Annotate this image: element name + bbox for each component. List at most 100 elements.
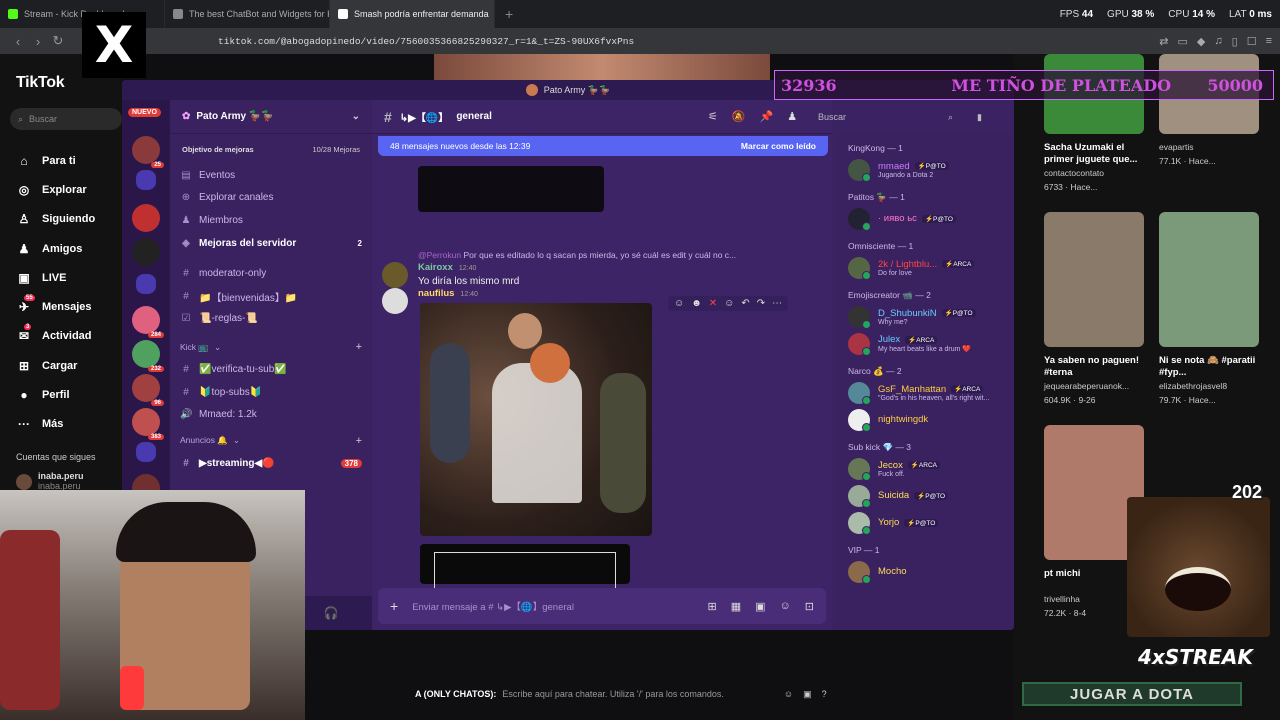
boost-goal[interactable]: Objetivo de mejoras 10/28 Mejoras xyxy=(178,140,364,158)
server-icon[interactable]: 284 xyxy=(132,306,164,338)
member-item[interactable]: Suicida ⚡P@TO xyxy=(834,482,1014,509)
emoji-icon[interactable]: ☺ xyxy=(780,600,791,613)
message-author[interactable]: naufilus 12:40 xyxy=(418,288,478,299)
video-thumbnail[interactable] xyxy=(1159,212,1259,347)
video-thumbnail[interactable] xyxy=(1044,212,1144,347)
members-icon[interactable]: ♟ xyxy=(787,110,797,123)
chat-search-input[interactable]: Buscar ⌕ ▮ xyxy=(812,108,982,126)
category-kick[interactable]: Kick 📺 ⌄ + xyxy=(170,336,372,358)
tiktok-nav-siguiendo[interactable]: ♙ Siguiendo xyxy=(16,205,96,234)
member-item[interactable]: · иявο ьc ⚡P@TO xyxy=(834,205,1014,232)
server-icon[interactable] xyxy=(132,204,160,232)
avatar[interactable] xyxy=(382,288,408,314)
tiktok-nav-cargar[interactable]: ⊞ Cargar xyxy=(16,351,95,380)
member-item[interactable]: Julex ⚡ARCA My heart beats like a drum ❤️ xyxy=(834,330,1014,357)
gift-icon[interactable]: ⊞ xyxy=(708,600,717,613)
image-attachment[interactable] xyxy=(418,166,604,212)
channel-miembros[interactable]: ♟ Miembros xyxy=(170,209,372,232)
mark-read-button[interactable]: Marcar como leído xyxy=(741,141,816,151)
bookmark-icon[interactable]: ☐ xyxy=(1247,35,1257,48)
tiktok-nav-para-ti[interactable]: ⌂ Para ti xyxy=(16,146,95,175)
server-icon[interactable]: 232 xyxy=(132,340,164,372)
video-title[interactable]: Ya saben no paguen! #terna xyxy=(1044,355,1156,380)
tab-chatbot[interactable]: The best ChatBot and Widgets for Ki xyxy=(165,0,330,28)
following-account[interactable]: inaba.peru inaba.peru xyxy=(16,471,84,492)
tab-tiktok[interactable]: Smash podría enfrentar demanda × xyxy=(330,0,495,28)
plus-icon[interactable]: + xyxy=(390,598,398,614)
mute-icon[interactable]: 🔕 xyxy=(732,110,746,123)
tiktok-nav-explorar[interactable]: ◎ Explorar xyxy=(16,175,95,204)
url-field[interactable]: tiktok.com/@abogadopinedo/video/75600353… xyxy=(218,36,634,47)
member-item[interactable]: D_ShubunkiN ⚡P@TO Why me? xyxy=(834,303,1014,330)
emoji-icon[interactable]: ☺ xyxy=(784,689,793,700)
channel-eventos[interactable]: ▤ Eventos xyxy=(170,164,372,187)
cast-icon[interactable]: ▭ xyxy=(1178,35,1188,48)
video-title[interactable]: Ni se nota 🙈 #paratii #fyp... xyxy=(1159,355,1271,380)
video-author[interactable]: trivellinha xyxy=(1044,594,1080,604)
photo-attachment[interactable] xyxy=(420,303,652,536)
member-item[interactable]: nightwingdk xyxy=(834,406,1014,433)
menu-icon[interactable]: ≡ xyxy=(1266,35,1272,48)
server-header[interactable]: ✿ Pato Army 🦆🦆 ⌄ xyxy=(170,100,372,134)
reaction-icon[interactable]: ☻ xyxy=(691,298,702,309)
music-icon[interactable]: ♫ xyxy=(1214,35,1222,48)
gif-icon[interactable]: ▦ xyxy=(731,600,741,613)
video-author[interactable]: evapartis xyxy=(1159,142,1194,152)
brave-shield-icon[interactable]: ◆ xyxy=(1197,35,1205,48)
channel-item[interactable]: # 📁【bienvenidas】📁 xyxy=(170,285,372,308)
translate-icon[interactable]: ⇄ xyxy=(1159,35,1168,48)
tiktok-nav-mensajes[interactable]: ✈ 55 Mensajes xyxy=(16,292,95,321)
headset-icon[interactable]: 🎧 xyxy=(324,606,339,620)
forward-icon[interactable]: › xyxy=(28,34,48,49)
add-channel-icon[interactable]: + xyxy=(356,435,362,447)
tiktok-logo[interactable]: TikTok xyxy=(16,74,65,92)
image-attachment[interactable] xyxy=(420,544,630,592)
reply-icon[interactable]: ↶ xyxy=(741,298,749,309)
tiktok-nav-amigos[interactable]: ♟ Amigos xyxy=(16,234,95,263)
reply-preview[interactable]: @Perrokun Por que es editado lo q sacan … xyxy=(418,250,736,260)
channel-item[interactable]: # ✅verifica-tu-sub✅ xyxy=(170,358,372,381)
server-icon[interactable]: 25 xyxy=(132,136,164,168)
tiktok-nav-perfil[interactable]: ● Perfil xyxy=(16,380,95,409)
more-icon[interactable]: ⋯ xyxy=(772,298,782,309)
folder-icon[interactable] xyxy=(136,442,156,462)
apps-icon[interactable]: ⊡ xyxy=(805,600,814,613)
tiktok-nav-más[interactable]: ··· Más xyxy=(16,410,95,439)
tiktok-nav-actividad[interactable]: ✉ 3 Actividad xyxy=(16,322,95,351)
sticker-icon[interactable]: ▣ xyxy=(755,600,765,613)
video-title[interactable]: Sacha Uzumaki el primer juguete que... xyxy=(1044,142,1156,167)
help-icon[interactable]: ? xyxy=(822,689,827,700)
folder-icon[interactable] xyxy=(136,274,156,294)
back-icon[interactable]: ‹ xyxy=(8,34,28,49)
member-item[interactable]: Mocho xyxy=(834,558,1014,585)
tiktok-search-input[interactable]: ⌕ Buscar xyxy=(10,108,122,130)
member-item[interactable]: GsF_Manhattan ⚡ARCA "God's in his heaven, … xyxy=(834,379,1014,406)
reaction-icon[interactable]: ☺ xyxy=(674,298,684,309)
video-author[interactable]: elizabethrojasvel8 xyxy=(1159,381,1227,391)
threads-icon[interactable]: ⚟ xyxy=(708,110,718,123)
video-author[interactable]: jequearabeperuanok... xyxy=(1044,381,1129,391)
folder-icon[interactable] xyxy=(136,170,156,190)
forward-icon[interactable]: ↷ xyxy=(757,298,765,309)
channel-streaming[interactable]: # ▶streaming◀🔴 378 xyxy=(170,452,372,475)
member-item[interactable]: Jecox ⚡ARCA Fuck off. xyxy=(834,455,1014,482)
channel-item[interactable]: ☑ 📜-reglas-📜 xyxy=(170,308,372,331)
member-item[interactable]: 2k / Lightblu... ⚡ARCA Do for love xyxy=(834,254,1014,281)
member-item[interactable]: Yorjo ⚡P@TO xyxy=(834,509,1014,536)
stream-chat-input[interactable]: A (ONLY CHATOS): Escribe aquí para chate… xyxy=(305,680,865,708)
new-messages-banner[interactable]: 48 mensajes nuevos desde las 12:39 Marca… xyxy=(378,136,828,156)
add-channel-icon[interactable]: + xyxy=(356,341,362,353)
video-author[interactable]: contactocontato xyxy=(1044,168,1104,178)
new-tab-button[interactable]: + xyxy=(495,6,523,22)
avatar[interactable] xyxy=(382,262,408,288)
server-icon[interactable] xyxy=(132,238,160,266)
pin-icon[interactable]: 📌 xyxy=(760,110,774,123)
message-author[interactable]: Kairoxx 12:40 xyxy=(418,262,476,273)
server-icon[interactable]: 383 xyxy=(132,408,164,440)
channel-mejoras-del-servidor[interactable]: ◈ Mejoras del servidor 2 xyxy=(170,232,372,255)
channel-explorar-canales[interactable]: ⊕ Explorar canales xyxy=(170,187,372,210)
channel-item[interactable]: # moderator-only xyxy=(170,262,372,285)
channel-item[interactable]: 🔊 Mmaed: 1.2k xyxy=(170,403,372,426)
message-composer[interactable]: + Enviar mensaje a # ↳▶【🌐】general ⊞ ▦ ▣ … xyxy=(378,588,826,624)
channel-item[interactable]: # 🔰top-subs🔰 xyxy=(170,381,372,404)
